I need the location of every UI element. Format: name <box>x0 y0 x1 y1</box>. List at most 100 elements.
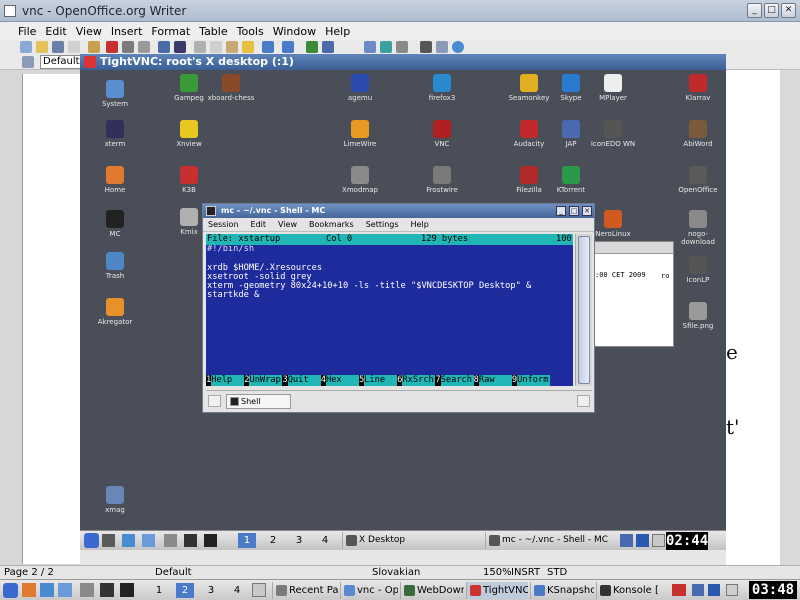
desktop-icon-nogo[interactable]: nogo-download <box>673 210 723 246</box>
preview-icon[interactable] <box>138 41 150 53</box>
insert-mode-indicator[interactable]: INSRT <box>511 567 540 578</box>
bluetooth-icon[interactable] <box>636 534 649 547</box>
desktop-1-button[interactable]: 1 <box>150 583 168 598</box>
clone-icon[interactable] <box>242 41 254 53</box>
cut-icon[interactable] <box>194 41 206 53</box>
desktop-icon-xboard[interactable]: xboard-chess <box>206 74 256 102</box>
scrollbar-thumb[interactable] <box>578 236 590 384</box>
new-session-button[interactable] <box>208 395 221 407</box>
remote-clock[interactable]: 02:44 <box>666 532 708 550</box>
host-clock[interactable]: 03:48 <box>749 581 797 599</box>
vertical-scrollbar[interactable] <box>780 70 800 565</box>
fkey-help[interactable]: 1 Help <box>206 375 245 386</box>
maximize-button[interactable]: □ <box>569 206 579 216</box>
mc-menu-edit[interactable]: Edit <box>251 218 267 231</box>
menu-view[interactable]: View <box>76 25 102 38</box>
desktop-icon-xmag[interactable]: xmag <box>90 486 140 514</box>
document-page-left[interactable] <box>22 74 80 564</box>
desktop-icon-k3b[interactable]: K3B <box>164 166 214 194</box>
print-icon[interactable] <box>122 41 134 53</box>
browser-icon[interactable] <box>58 583 72 597</box>
desktop-icon-openoffice[interactable]: OpenOffice <box>673 166 723 194</box>
table-icon[interactable] <box>322 41 334 53</box>
selection-mode-indicator[interactable]: STD <box>547 567 567 578</box>
desktop-icon-abiword[interactable]: AbiWord <box>673 120 723 148</box>
mc-menu-bookmarks[interactable]: Bookmarks <box>309 218 354 231</box>
pdf-icon[interactable] <box>106 41 118 53</box>
desktop-icon-kalzium[interactable]: Klarrav <box>673 74 723 102</box>
menu-file[interactable]: File <box>18 25 36 38</box>
clipboard-tray-icon[interactable] <box>726 584 738 596</box>
terminal-scrollbar[interactable] <box>575 234 592 386</box>
desktop-icon-xterm[interactable]: xterm <box>90 120 140 148</box>
desktop-3-button[interactable]: 3 <box>290 533 308 548</box>
vnc-titlebar[interactable]: TightVNC: root's X desktop (:1) <box>80 54 726 70</box>
mail-icon[interactable] <box>68 41 80 53</box>
fkey-hex[interactable]: 4 Hex <box>320 375 359 386</box>
new-document-icon[interactable] <box>20 41 32 53</box>
styles-icon[interactable] <box>22 56 34 68</box>
desktop-1-button[interactable]: 1 <box>238 533 256 548</box>
mc-menu-settings[interactable]: Settings <box>366 218 399 231</box>
desktop-icon-vnc[interactable]: VNC <box>417 120 467 148</box>
desktop-icon-home[interactable]: Home <box>90 166 140 194</box>
spellcheck-icon[interactable] <box>158 41 170 53</box>
minimize-button[interactable]: _ <box>556 206 566 216</box>
browser-icon[interactable] <box>142 534 155 547</box>
menu-table[interactable]: Table <box>199 25 227 38</box>
menu-help[interactable]: Help <box>325 25 350 38</box>
terminal-launcher-icon[interactable] <box>100 583 114 597</box>
fkey-raw[interactable]: 8 Raw <box>473 375 512 386</box>
terminal-area[interactable]: File: xstartup Col 0 129 bytes 100 #!/bi… <box>206 234 573 386</box>
konqueror-icon[interactable] <box>40 583 54 597</box>
show-desktop-icon[interactable] <box>102 534 115 547</box>
menu-format[interactable]: Format <box>151 25 190 38</box>
volume-icon[interactable] <box>692 584 704 596</box>
desktop-icon-nero[interactable]: NeroLinux <box>588 210 638 238</box>
taskbar-task-button[interactable]: KSnapshot <box>530 582 594 599</box>
copy-icon[interactable] <box>210 41 222 53</box>
desktop-icon-mc[interactable]: MC <box>90 210 140 238</box>
close-session-button[interactable] <box>577 395 590 407</box>
desktop-4-button[interactable]: 4 <box>316 533 334 548</box>
clipboard-icon[interactable] <box>652 534 665 547</box>
mc-menu-view[interactable]: View <box>278 218 297 231</box>
kde-menu-icon[interactable] <box>84 533 99 548</box>
desktop-icon-iconlp[interactable]: IconLP <box>673 256 723 284</box>
kde-menu-icon[interactable] <box>3 583 18 598</box>
fkey-search[interactable]: 7 Search <box>435 375 474 386</box>
redo-icon[interactable] <box>282 41 294 53</box>
mc-menu-session[interactable]: Session <box>208 218 239 231</box>
desktop-icon-frostwire[interactable]: Frostwire <box>417 166 467 194</box>
minimize-button[interactable]: _ <box>747 3 762 18</box>
clipboard-icon[interactable] <box>252 583 266 597</box>
desktop-2-button[interactable]: 2 <box>264 533 282 548</box>
volume-icon[interactable] <box>620 534 633 547</box>
zoom-indicator[interactable]: 150% <box>483 567 512 578</box>
home-icon[interactable] <box>22 583 36 597</box>
keyboard-layout-flag-icon[interactable] <box>672 584 686 596</box>
desktop-icon-trash[interactable]: Trash <box>90 252 140 280</box>
desktop-icon-limewire[interactable]: LimeWire <box>335 120 385 148</box>
desktop-4-button[interactable]: 4 <box>228 583 246 598</box>
desktop-icon-xmodmap[interactable]: Xmodmap <box>335 166 385 194</box>
konqueror-icon[interactable] <box>122 534 135 547</box>
desktop-icon-sfile[interactable]: Sfile.png <box>673 302 723 330</box>
terminal-launcher-icon[interactable] <box>184 534 197 547</box>
desktop-icon-system[interactable]: System <box>90 80 140 108</box>
mc-launcher-icon[interactable] <box>120 583 134 597</box>
taskbar-task-button[interactable]: WebDownlo <box>400 582 464 599</box>
network-icon[interactable] <box>708 584 720 596</box>
document-page-right[interactable]: e t' <box>726 70 800 565</box>
datasource-icon[interactable] <box>396 41 408 53</box>
nonprinting-chars-icon[interactable] <box>420 41 432 53</box>
maximize-button[interactable]: □ <box>764 3 779 18</box>
menu-edit[interactable]: Edit <box>45 25 66 38</box>
fkey-line[interactable]: 5 Line <box>358 375 398 386</box>
undo-icon[interactable] <box>262 41 274 53</box>
menu-window[interactable]: Window <box>273 25 316 38</box>
save-icon[interactable] <box>52 41 64 53</box>
mc-launcher-icon[interactable] <box>204 534 217 547</box>
navigator-icon[interactable] <box>364 41 376 53</box>
desktop-2-button[interactable]: 2 <box>176 583 194 598</box>
